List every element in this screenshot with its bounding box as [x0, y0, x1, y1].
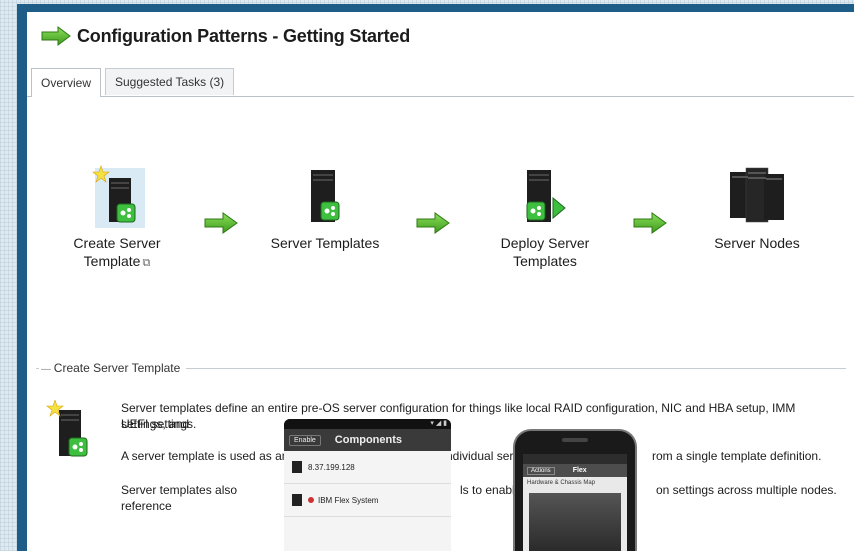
- iphone-overlay: Actions Flex Hardware & Chassis Map: [513, 429, 637, 551]
- tab-bar: Overview Suggested Tasks (3): [27, 68, 854, 97]
- external-link-icon[interactable]: ⧉: [142, 257, 150, 269]
- android-phone-overlay: ▾ ◢ ▮ Enable Components 8.37.199.128 IBM…: [284, 419, 451, 551]
- flow-label-line2-wrap: Template ⧉: [67, 252, 167, 272]
- list-item[interactable]: 8.37.199.128: [284, 451, 451, 484]
- android-header: Enable Components: [284, 429, 451, 451]
- iphone-title: Flex: [572, 467, 587, 474]
- title-bar: Configuration Patterns - Getting Started: [41, 22, 410, 50]
- android-title: Components: [334, 434, 403, 446]
- iphone-nav-bar: Actions Flex: [523, 464, 627, 477]
- iphone-row: Hardware & Chassis Map: [527, 480, 596, 486]
- flow-label-line1: Create Server: [73, 235, 161, 251]
- iphone-back-button[interactable]: Actions: [527, 466, 555, 475]
- flow-step-server-nodes[interactable]: Server Nodes: [702, 164, 812, 252]
- section-legend[interactable]: Create Server Template: [39, 361, 187, 375]
- android-back-button[interactable]: Enable: [289, 434, 321, 446]
- page-title: Configuration Patterns - Getting Started: [77, 25, 411, 46]
- iphone-status-bar: [523, 454, 627, 464]
- flow-arrow-icon: [204, 212, 238, 234]
- flow-label-line1: Deploy Server: [500, 235, 590, 251]
- server-template-new-icon: [46, 400, 88, 457]
- flow-step-deploy-server-templates[interactable]: Deploy Server Templates: [490, 164, 600, 270]
- flow-label-line2: Templates: [513, 253, 577, 269]
- main-panel: Configuration Patterns - Getting Started…: [27, 12, 854, 551]
- list-item-title: 8.37.199.128: [308, 462, 355, 472]
- flow-step-server-templates[interactable]: Server Templates: [270, 164, 380, 252]
- server-icon: [292, 461, 302, 473]
- description-line: Server templates also reference: [121, 483, 238, 513]
- chassis-image: [529, 493, 621, 551]
- description-line: UEFI settings.: [121, 417, 197, 431]
- flow-step-create-server-template[interactable]: Create Server Template ⧉: [67, 164, 167, 272]
- server-template-icon: [311, 170, 340, 222]
- list-item[interactable]: IBM Flex System: [284, 484, 451, 517]
- deploy-template-icon: [526, 170, 566, 222]
- description-line: A server template is used as an: [121, 449, 289, 463]
- iphone-screen: Actions Flex Hardware & Chassis Map: [523, 454, 627, 551]
- flow-arrow-icon: [633, 212, 667, 234]
- alert-icon: [308, 497, 314, 503]
- flow-label: Server Nodes: [714, 235, 800, 251]
- flow-label: Server Templates: [270, 235, 380, 251]
- flow-label-line2: Template: [83, 253, 141, 269]
- server-template-new-icon: [92, 165, 145, 228]
- tab-suggested-tasks[interactable]: Suggested Tasks (3): [105, 68, 235, 95]
- android-status-bar: ▾ ◢ ▮: [284, 419, 451, 429]
- tab-overview[interactable]: Overview: [31, 68, 102, 97]
- server-nodes-icon: [730, 167, 784, 223]
- android-list: 8.37.199.128 IBM Flex System: [284, 451, 451, 551]
- arrow-right-icon: [41, 26, 71, 46]
- chassis-icon: [292, 494, 302, 506]
- flow-arrow-icon: [416, 212, 450, 234]
- description-line: on settings across multiple nodes.: [656, 483, 837, 497]
- list-item-title: IBM Flex System: [318, 495, 379, 505]
- description-line: rom a single template definition.: [652, 449, 822, 463]
- speaker-grille: [562, 438, 588, 442]
